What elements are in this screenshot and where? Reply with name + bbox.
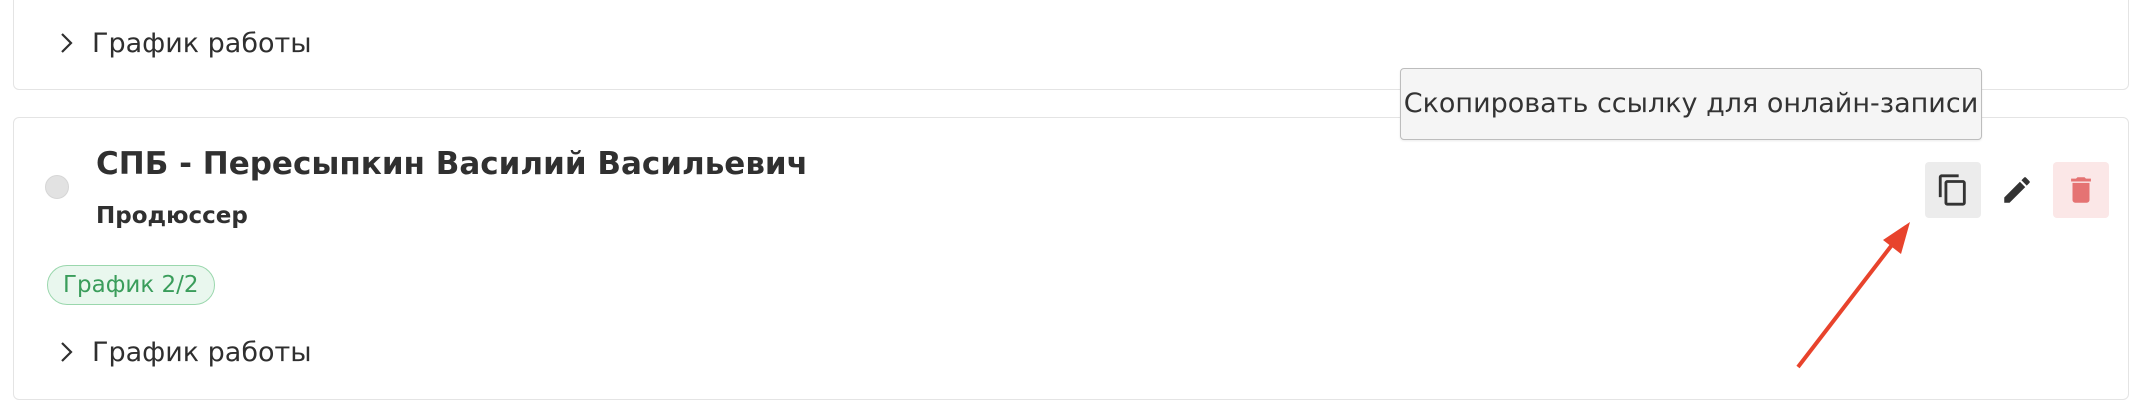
schedule-toggle[interactable]: График работы: [54, 23, 312, 63]
employee-actions: [1925, 162, 2109, 218]
schedule-toggle-label: График работы: [92, 336, 312, 368]
employee-name: СПБ - Пересыпкин Василий Васильевич: [96, 146, 808, 182]
employee-role: Продюссер: [96, 203, 248, 229]
copy-icon: [1938, 174, 1966, 206]
delete-button[interactable]: [2053, 162, 2109, 218]
schedule-badge: График 2/2: [47, 265, 215, 305]
trash-icon: [2071, 177, 2091, 203]
edit-button[interactable]: [1997, 162, 2037, 218]
employee-card: СПБ - Пересыпкин Василий Васильевич Прод…: [13, 117, 2129, 400]
chevron-right-icon: [61, 33, 73, 53]
schedule-toggle[interactable]: График работы: [54, 332, 312, 372]
schedule-toggle-label: График работы: [92, 27, 312, 59]
chevron-right-icon: [61, 342, 73, 362]
copy-link-button[interactable]: [1925, 162, 1981, 218]
employee-select-radio[interactable]: [45, 175, 69, 199]
pencil-icon: [2004, 177, 2030, 203]
copy-link-tooltip: Скопировать ссылку для онлайн-записи: [1400, 68, 1982, 140]
